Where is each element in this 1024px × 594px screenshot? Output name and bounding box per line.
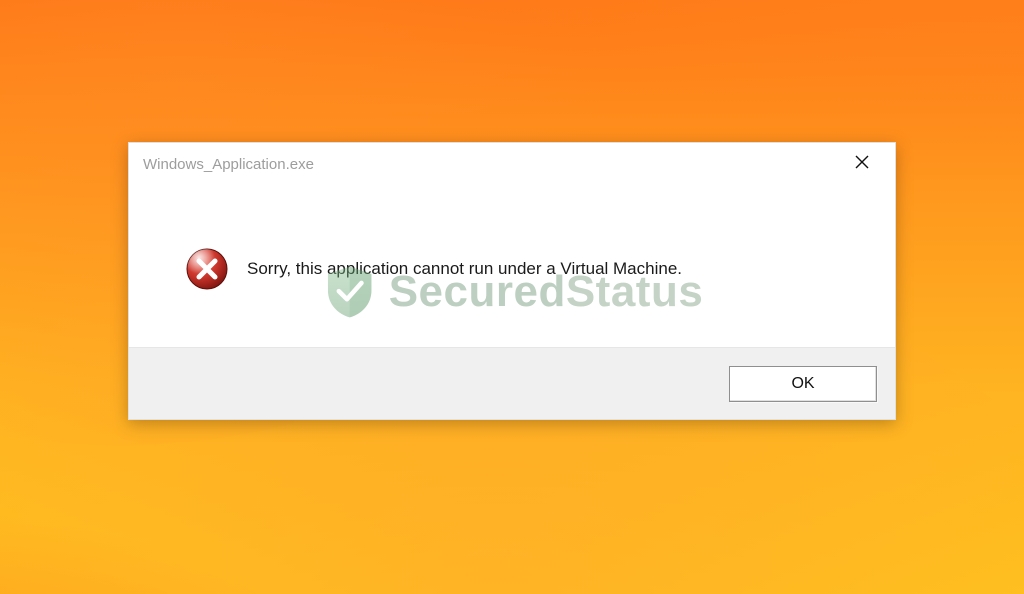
dialog-title: Windows_Application.exe xyxy=(143,157,314,172)
ok-button-label: OK xyxy=(791,376,814,392)
close-icon xyxy=(855,155,869,174)
dialog-content: Sorry, this application cannot run under… xyxy=(129,185,895,325)
dialog-message: Sorry, this application cannot run under… xyxy=(247,258,682,280)
ok-button[interactable]: OK xyxy=(729,366,877,402)
message-dialog: Windows_Application.exe xyxy=(128,142,896,420)
desktop-background: Windows_Application.exe xyxy=(0,0,1024,594)
error-icon xyxy=(185,247,229,291)
title-bar: Windows_Application.exe xyxy=(129,143,895,185)
close-button[interactable] xyxy=(839,149,885,179)
dialog-footer: OK xyxy=(129,347,895,419)
dialog-window: Windows_Application.exe xyxy=(128,142,896,420)
